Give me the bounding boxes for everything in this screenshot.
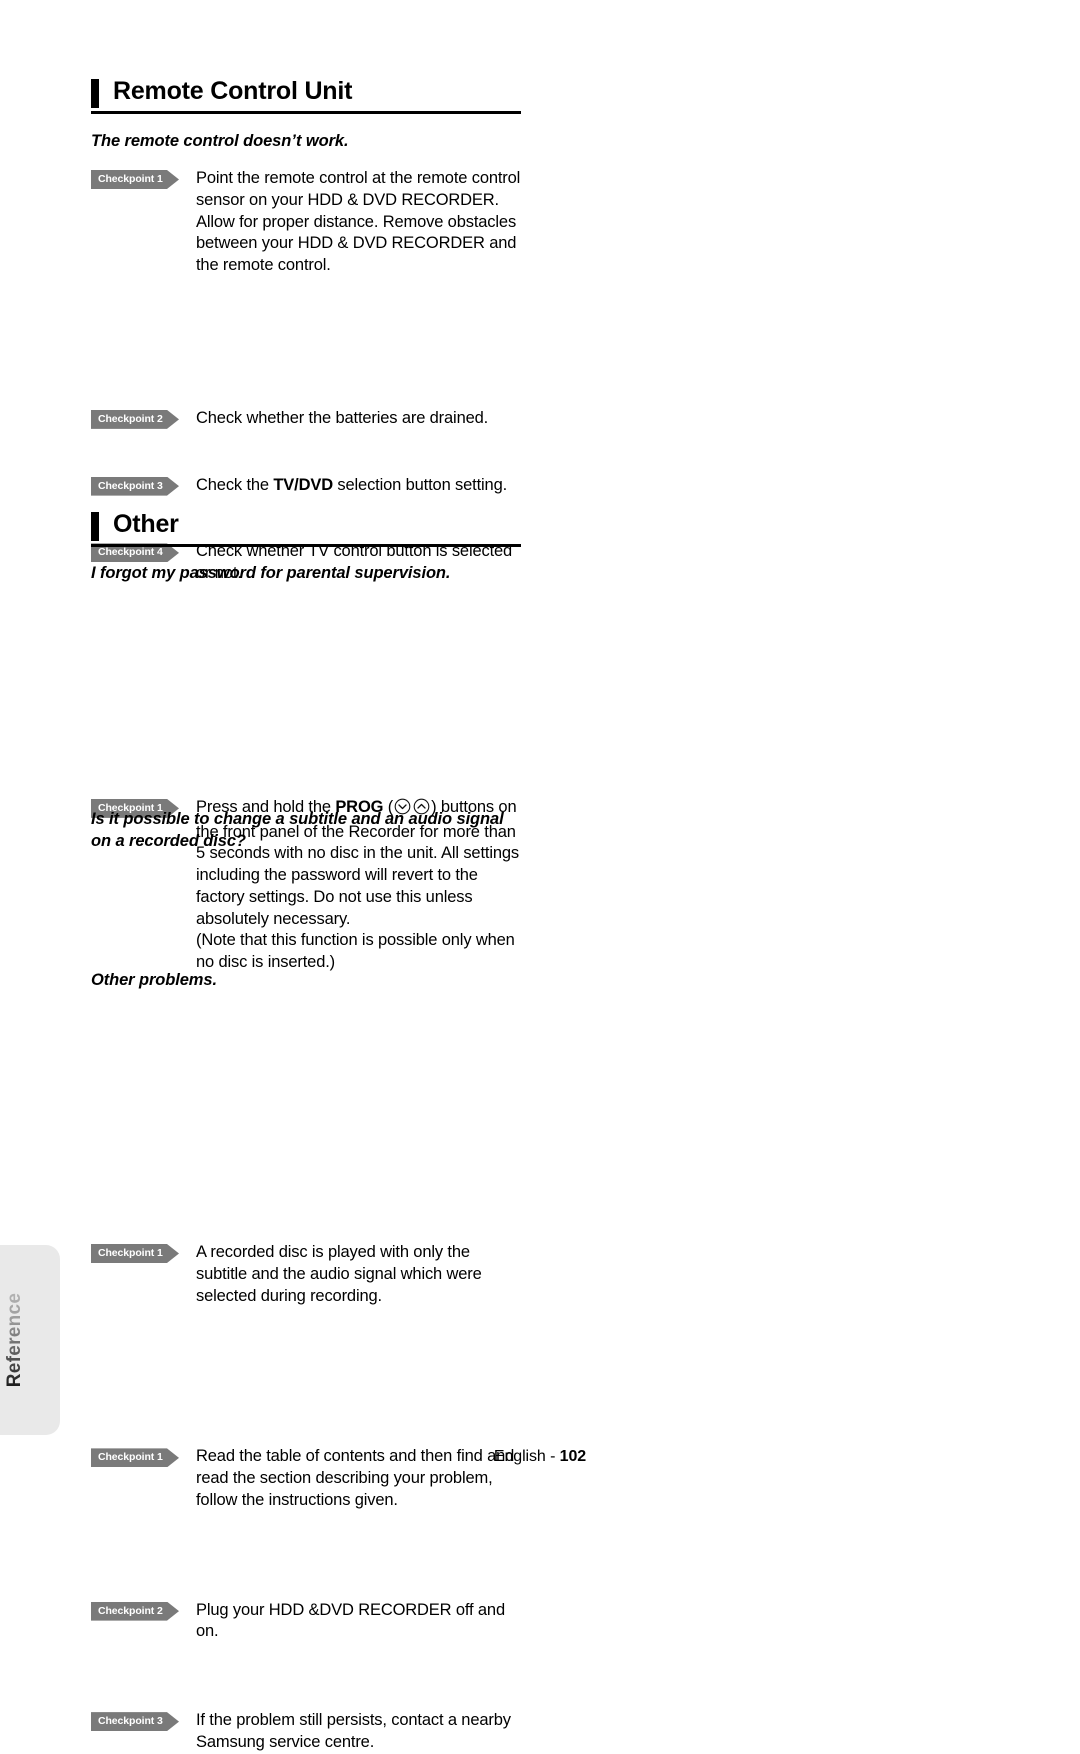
checkpoint-text-emphasis: TV/DVD <box>273 475 333 494</box>
question-title: Is it possible to change a subtitle and … <box>91 810 504 851</box>
section-heading-other: Other <box>91 511 521 548</box>
question-title: Other problems. <box>91 971 217 989</box>
footer-language: English <box>493 1448 546 1465</box>
checkpoint-row: Checkpoint 2 Plug your HDD &DVD RECORDER… <box>91 1600 521 1644</box>
question-forgot-password: I forgot my password for parental superv… <box>91 562 521 584</box>
question-title: I forgot my password for parental superv… <box>91 564 451 582</box>
side-tab-reference: Reference <box>0 1245 60 1435</box>
checkpoint-text-post: selection button setting. <box>332 475 508 494</box>
document-page: Reference Remote Control Unit The remote… <box>0 0 1080 1751</box>
section-heading-remote-control-unit: Remote Control Unit <box>91 78 521 115</box>
checkpoint-row: Checkpoint 3 If the problem still persis… <box>91 1710 521 1754</box>
section-remote-control-unit: Remote Control Unit <box>91 78 521 115</box>
question-title: The remote control doesn’t work. <box>91 132 349 150</box>
checkpoint-row: Checkpoint 2 Check whether the batteries… <box>91 408 521 430</box>
checkpoint-row: Checkpoint 1 Point the remote control at… <box>91 168 521 277</box>
footer-page-number: 102 <box>559 1448 587 1465</box>
question-remote-doesnt-work: The remote control doesn’t work. <box>91 130 521 152</box>
checkpoint-row: Checkpoint 1 A recorded disc is played w… <box>91 1242 521 1307</box>
footer-separator: - <box>550 1448 556 1465</box>
question-subtitle-audio: Is it possible to change a subtitle and … <box>91 808 521 853</box>
page-footer: English - 102 <box>0 1448 1080 1466</box>
checkpoint-badge: Checkpoint 3 <box>91 476 179 496</box>
question-other-problems: Other problems. <box>91 969 521 991</box>
checkpoint-badge: Checkpoint 2 <box>91 409 179 429</box>
checkpoint-badge: Checkpoint 1 <box>91 170 179 189</box>
checkpoint-badge: Checkpoint 2 <box>91 1601 179 1621</box>
checkpoint-text-pre: Check the <box>196 475 274 494</box>
side-tab-label: Reference <box>4 1292 25 1388</box>
checkpoint-badge: Checkpoint 3 <box>91 1712 179 1732</box>
checkpoint-badge: Checkpoint 1 <box>91 1244 179 1264</box>
section-other: Other <box>91 511 521 548</box>
checkpoint-row: Checkpoint 3 Check the TV/DVD selection … <box>91 475 521 497</box>
checkpoint-text-note: (Note that this function is possible onl… <box>196 931 515 972</box>
